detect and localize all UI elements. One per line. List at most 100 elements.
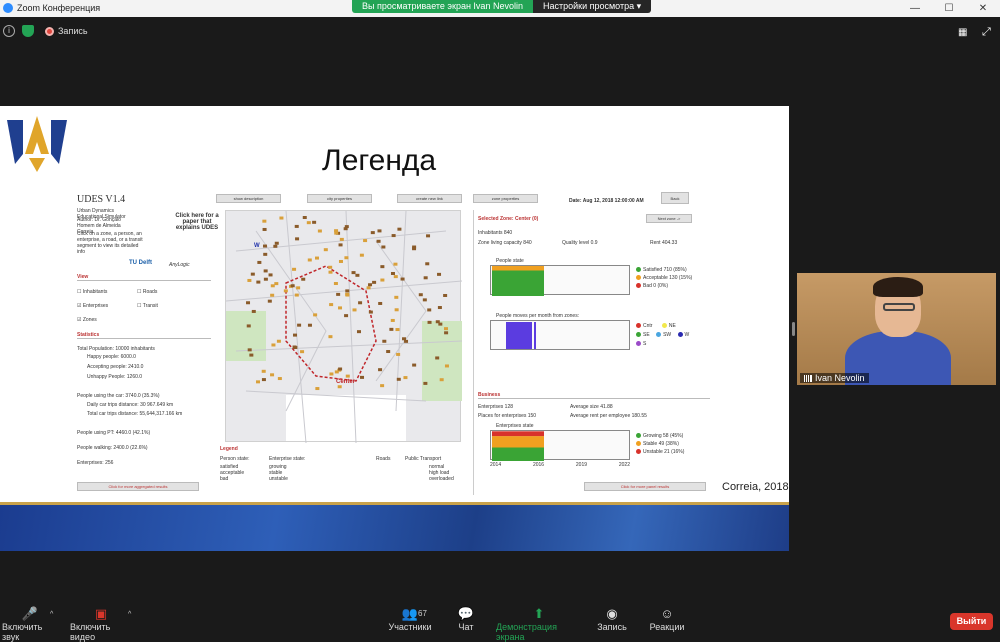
enterprise-marker[interactable] <box>270 293 275 297</box>
recording-indicator[interactable]: Запись <box>45 26 88 36</box>
view-options-button[interactable]: Настройки просмотра ▾ <box>532 0 652 13</box>
enterprise-marker[interactable] <box>423 276 428 280</box>
enterprise-marker[interactable] <box>393 262 398 266</box>
enterprise-marker[interactable] <box>380 278 385 282</box>
view-roads[interactable]: ☐ Roads <box>137 289 157 295</box>
enterprise-marker[interactable] <box>381 245 386 249</box>
enterprise-marker[interactable] <box>334 229 339 233</box>
enterprise-marker[interactable] <box>437 272 442 276</box>
enterprise-marker[interactable] <box>257 260 262 264</box>
enterprise-marker[interactable] <box>443 293 448 297</box>
enterprise-marker[interactable] <box>268 273 273 277</box>
participant-video[interactable]: Ivan Nevolin <box>797 273 996 385</box>
enterprise-marker[interactable] <box>418 293 423 297</box>
gallery-view-icon[interactable]: ▦ <box>958 27 967 38</box>
enterprise-marker[interactable] <box>263 277 268 281</box>
enterprise-marker[interactable] <box>249 353 254 357</box>
close-icon[interactable]: ✕ <box>966 0 1000 17</box>
enterprise-marker[interactable] <box>338 243 343 247</box>
enterprise-marker[interactable] <box>313 313 318 317</box>
enterprise-marker[interactable] <box>422 298 427 302</box>
enterprise-marker[interactable] <box>404 339 409 343</box>
enterprise-marker[interactable] <box>380 265 385 269</box>
enterprise-marker[interactable] <box>427 308 432 312</box>
enterprise-marker[interactable] <box>328 270 333 274</box>
enterprise-marker[interactable] <box>247 348 252 352</box>
paper-link[interactable]: Click here for a paper that explains UDE… <box>175 213 219 231</box>
enterprise-marker[interactable] <box>261 378 266 382</box>
enterprise-marker[interactable] <box>380 384 385 388</box>
enterprise-marker[interactable] <box>395 328 400 332</box>
enterprise-marker[interactable] <box>382 339 387 343</box>
enterprise-marker[interactable] <box>426 234 431 238</box>
enterprise-marker[interactable] <box>329 303 334 307</box>
enterprise-marker[interactable] <box>437 306 442 310</box>
enterprise-marker[interactable] <box>363 239 368 243</box>
enterprise-marker[interactable] <box>293 333 298 337</box>
enterprise-marker[interactable] <box>315 387 320 391</box>
enterprise-marker[interactable] <box>277 377 282 381</box>
enterprise-marker[interactable] <box>356 330 361 334</box>
enterprise-marker[interactable] <box>263 269 268 273</box>
enterprise-marker[interactable] <box>315 256 320 260</box>
enterprise-marker[interactable] <box>312 220 317 224</box>
minimize-icon[interactable]: — <box>898 0 932 17</box>
enterprise-marker[interactable] <box>368 283 373 287</box>
enterprise-marker[interactable] <box>443 327 448 331</box>
enterprise-marker[interactable] <box>390 318 395 322</box>
enterprise-marker[interactable] <box>297 323 302 327</box>
audio-options-chevron-icon[interactable]: ^ <box>50 611 53 618</box>
enterprise-marker[interactable] <box>261 369 266 373</box>
enterprise-marker[interactable] <box>377 229 382 233</box>
enterprise-marker[interactable] <box>338 367 343 371</box>
view-enterprises[interactable]: ☑ Enterprises <box>77 303 108 309</box>
more-aggregated-button[interactable]: Click for more aggregated results <box>77 482 199 491</box>
enterprise-marker[interactable] <box>394 308 399 312</box>
enterprise-marker[interactable] <box>396 352 401 356</box>
enterprise-marker[interactable] <box>292 267 297 271</box>
enterprise-marker[interactable] <box>345 374 350 378</box>
enterprise-marker[interactable] <box>391 234 396 238</box>
enterprise-marker[interactable] <box>328 335 333 339</box>
enterprise-marker[interactable] <box>370 231 375 235</box>
enterprise-marker[interactable] <box>366 286 371 290</box>
enterprise-marker[interactable] <box>355 273 360 277</box>
next-zone-button[interactable]: Next zone -> <box>646 214 692 223</box>
enterprise-marker[interactable] <box>333 282 338 286</box>
enterprise-marker[interactable] <box>359 253 364 257</box>
enterprise-marker[interactable] <box>423 381 428 385</box>
enterprise-marker[interactable] <box>352 308 357 312</box>
enterprise-marker[interactable] <box>301 277 306 281</box>
enterprise-marker[interactable] <box>396 377 401 381</box>
enterprise-marker[interactable] <box>270 373 275 377</box>
panel-resize-handle[interactable] <box>792 322 795 336</box>
reactions-button[interactable]: ☺ Реакции <box>648 605 686 636</box>
enterprise-marker[interactable] <box>368 310 373 314</box>
enterprise-marker[interactable] <box>262 227 267 231</box>
enterprise-marker[interactable] <box>344 256 349 260</box>
enterprise-marker[interactable] <box>274 241 279 245</box>
enterprise-marker[interactable] <box>306 221 311 225</box>
enterprise-marker[interactable] <box>292 345 297 349</box>
enterprise-marker[interactable] <box>246 301 251 305</box>
enterprise-marker[interactable] <box>378 301 383 305</box>
enterprise-marker[interactable] <box>412 363 417 367</box>
record-button[interactable]: ◉ Запись <box>596 605 628 636</box>
enterprise-marker[interactable] <box>300 350 305 354</box>
view-inhabitants[interactable]: ☐ Inhabitants <box>77 289 107 295</box>
enterprise-marker[interactable] <box>425 262 430 266</box>
enterprise-marker[interactable] <box>271 343 276 347</box>
enterprise-marker[interactable] <box>344 314 349 318</box>
enterprise-marker[interactable] <box>274 282 279 286</box>
video-options-chevron-icon[interactable]: ^ <box>128 611 131 618</box>
enterprise-marker[interactable] <box>376 239 381 243</box>
enterprise-marker[interactable] <box>279 216 284 220</box>
enterprise-marker[interactable] <box>338 259 343 263</box>
enterprise-marker[interactable] <box>439 378 444 382</box>
enterprise-marker[interactable] <box>307 323 312 327</box>
enterprise-marker[interactable] <box>444 364 449 368</box>
enterprise-marker[interactable] <box>393 275 398 279</box>
enterprise-marker[interactable] <box>390 271 395 275</box>
enterprise-marker[interactable] <box>267 299 272 303</box>
enterprise-marker[interactable] <box>302 216 307 220</box>
